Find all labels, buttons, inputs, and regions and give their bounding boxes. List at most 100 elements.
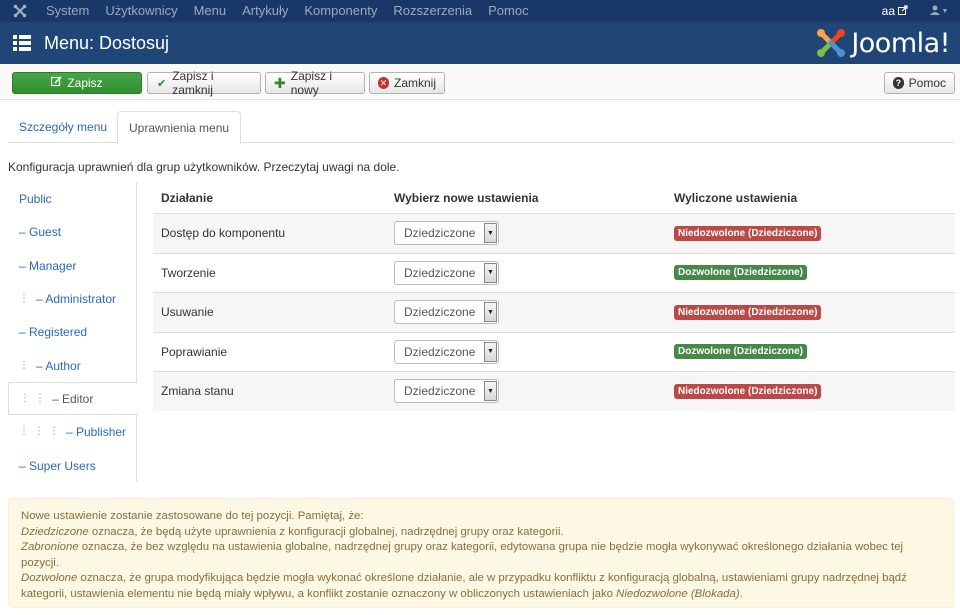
nav-menu[interactable]: Menu: [186, 0, 235, 22]
notice-term: Zabronione: [21, 541, 79, 553]
action-label: Zmiana stanu: [161, 384, 234, 399]
top-navbar: System Użytkownicy Menu Artykuły Kompone…: [0, 0, 960, 22]
save-button[interactable]: Zapisz: [12, 72, 142, 94]
setting-select[interactable]: Dziedziczone ▼: [394, 221, 499, 246]
sidebar-item-label: Public: [19, 191, 52, 206]
action-label: Usuwanie: [161, 305, 214, 320]
setting-select[interactable]: Dziedziczone ▼: [394, 379, 499, 404]
header-calculated: Wyliczone ustawienia: [674, 190, 798, 205]
select-value: Dziedziczone: [404, 344, 476, 359]
external-link-icon: [898, 4, 908, 18]
status-badge: Niedozwolone (Dziedziczone): [674, 304, 822, 320]
header-new-setting: Wybierz nowe ustawienia: [394, 190, 539, 205]
select-value: Dziedziczone: [404, 265, 476, 280]
sidebar-item-manager[interactable]: – Manager: [8, 249, 137, 282]
notice-line-allowed: Dozwolone oznacza, że grupa modyfikująca…: [21, 571, 941, 602]
chevron-down-icon: ▼: [484, 302, 497, 323]
chevron-down-icon: ▼: [484, 341, 497, 362]
select-value: Dziedziczone: [404, 226, 476, 241]
sidebar-item-label: – Author: [36, 358, 81, 373]
table-row: Zmiana stanu Dziedziczone ▼ Niedozwolone …: [153, 371, 955, 411]
notice-desc: oznacza, że grupa modyfikująca będzie mo…: [21, 572, 907, 600]
notice-line-inherited: Dziedziczone oznacza, że będą użyte upra…: [21, 525, 941, 541]
sidebar-item-administrator[interactable]: ⋮ – Administrator: [8, 282, 137, 315]
status-badge: Niedozwolone (Dziedziczone): [674, 225, 822, 241]
sidebar-item-label: – Super Users: [19, 458, 96, 473]
save-new-label: Zapisz i nowy: [290, 69, 333, 97]
check-icon: ✔: [157, 77, 167, 90]
tree-indent: ⋮: [19, 360, 34, 371]
save-close-button[interactable]: ✔ Zapisz i zamknij: [147, 69, 261, 97]
tree-indent: ⋮⋮: [20, 393, 50, 404]
setting-select[interactable]: Dziedziczone ▼: [394, 300, 499, 325]
sidebar-item-super-users[interactable]: – Super Users: [8, 449, 137, 482]
tab-bar: Szczegóły menu Uprawnienia menu: [8, 111, 954, 144]
sidebar-item-label: – Administrator: [36, 291, 117, 306]
list-icon: [13, 35, 31, 51]
user-menu[interactable]: ▼: [918, 0, 960, 22]
site-link[interactable]: aa: [882, 4, 918, 18]
notice-term: Dziedziczone: [21, 525, 89, 538]
table-header: Działanie Wybierz nowe ustawienia Wylicz…: [153, 182, 955, 213]
header-action: Działanie: [161, 190, 214, 205]
close-label: Zamknij: [393, 76, 436, 90]
page-title: Menu: Dostosuj: [44, 32, 170, 53]
action-label: Tworzenie: [161, 265, 216, 280]
table-row: Poprawianie Dziedziczone ▼ Dozwolone (Dzi…: [153, 331, 955, 372]
sidebar-item-label: – Registered: [19, 324, 88, 339]
sidebar-item-label: – Publisher: [66, 424, 127, 439]
question-icon: ?: [893, 77, 904, 89]
plus-icon: ✚: [274, 74, 286, 91]
page-header: Menu: Dostosuj Joomla!: [0, 22, 960, 64]
notice-line-denied: Zabronione oznacza, że bez względu na us…: [21, 540, 941, 571]
table-row: Dostęp do komponentu Dziedziczone ▼ Niedo…: [153, 213, 955, 253]
nav-help[interactable]: Pomoc: [480, 0, 536, 22]
table-row: Usuwanie Dziedziczone ▼ Niedozwolone (Dzi…: [153, 292, 955, 332]
help-label: Pomoc: [908, 76, 946, 90]
sidebar-item-registered[interactable]: – Registered: [8, 315, 137, 348]
tree-indent: ⋮⋮⋮: [19, 426, 64, 437]
sidebar-item-publisher[interactable]: ⋮⋮⋮ – Publisher: [8, 415, 137, 448]
save-new-button[interactable]: ✚ Zapisz i nowy: [265, 69, 365, 97]
nav-articles[interactable]: Artykuły: [234, 0, 296, 22]
user-icon: [929, 4, 940, 18]
sidebar-item-label: – Guest: [19, 224, 62, 239]
tab-menu-permissions[interactable]: Uprawnienia menu: [117, 111, 242, 144]
sidebar-item-public[interactable]: Public: [8, 182, 137, 215]
notice-desc: oznacza, że bez względu na ustawienia gl…: [21, 541, 904, 569]
joomla-logo: Joomla!: [815, 26, 950, 60]
sidebar-item-author[interactable]: ⋮ – Author: [8, 349, 137, 382]
setting-select[interactable]: Dziedziczone ▼: [394, 260, 499, 285]
help-button[interactable]: ? Pomoc: [884, 72, 955, 94]
site-label: aa: [881, 4, 895, 18]
sidebar-item-guest[interactable]: – Guest: [8, 215, 137, 248]
save-close-label: Zapisz i zamknij: [172, 69, 214, 97]
tab-menu-details[interactable]: Szczegóły menu: [8, 111, 118, 143]
group-sidebar: Public – Guest – Manager ⋮ – Administrat…: [8, 182, 138, 482]
permissions-notice: Nowe ustawienie zostanie zastosowane do …: [8, 498, 954, 608]
nav-components[interactable]: Komponenty: [296, 0, 385, 22]
save-label: Zapisz: [67, 76, 103, 90]
sidebar-item-label: – Editor: [52, 391, 94, 406]
chevron-down-icon: ▼: [941, 7, 949, 15]
notice-end: .: [739, 587, 743, 600]
select-value: Dziedziczone: [404, 384, 476, 399]
setting-select[interactable]: Dziedziczone ▼: [394, 339, 499, 364]
close-button[interactable]: ✕ Zamknij: [369, 72, 445, 94]
table-row: Tworzenie Dziedziczone ▼ Dozwolone (Dzied…: [153, 252, 955, 293]
status-badge: Niedozwolone (Dziedziczone): [674, 383, 822, 399]
nav-users[interactable]: Użytkownicy: [97, 0, 185, 22]
tree-indent: ⋮: [19, 293, 34, 304]
intro-text: Konfiguracja uprawnień dla grup użytkown…: [8, 160, 400, 174]
nav-system[interactable]: System: [40, 0, 97, 22]
status-badge: Dozwolone (Dziedziczone): [674, 265, 807, 281]
toolbar: Zapisz ✔ Zapisz i zamknij ✚ Zapisz i now…: [0, 64, 960, 100]
permissions-table: Działanie Wybierz nowe ustawienia Wylicz…: [153, 182, 955, 411]
nav-extensions[interactable]: Rozszerzenia: [385, 0, 480, 22]
action-label: Dostęp do komponentu: [161, 226, 286, 241]
sidebar-item-editor[interactable]: ⋮⋮ – Editor: [8, 382, 138, 415]
joomla-icon[interactable]: [0, 0, 40, 22]
joomla-logo-icon: [817, 29, 846, 57]
chevron-down-icon: ▼: [484, 381, 497, 402]
edit-icon: [51, 76, 62, 90]
